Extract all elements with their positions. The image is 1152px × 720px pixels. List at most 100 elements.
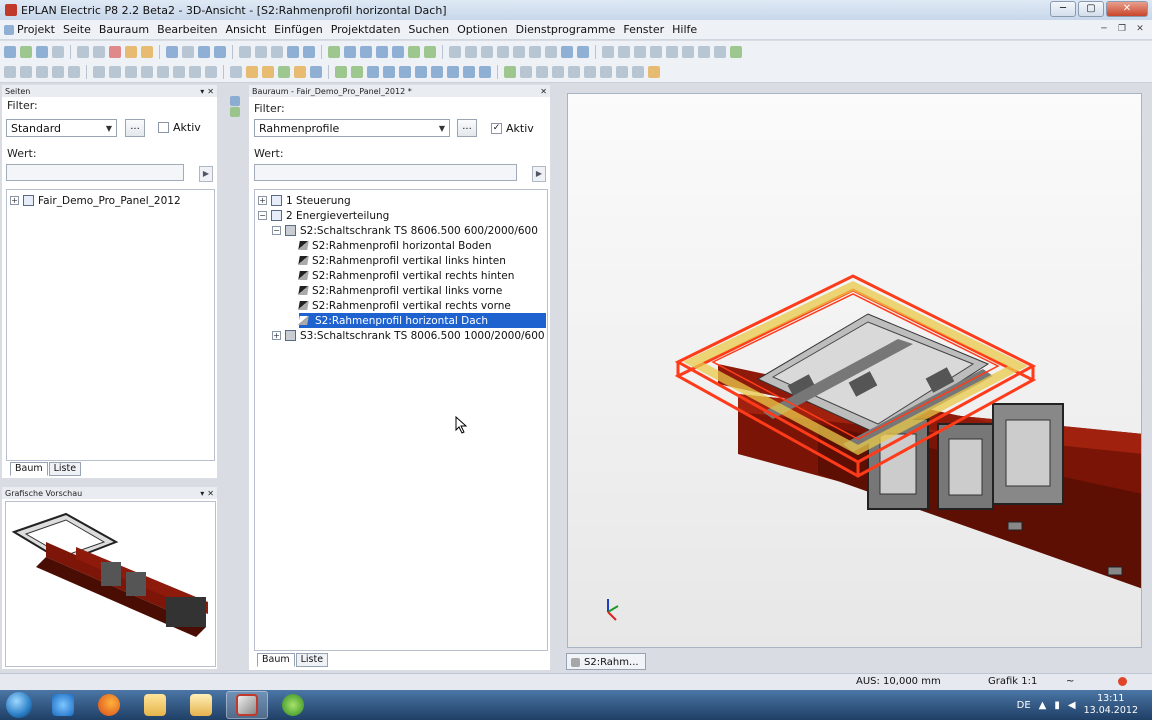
language-indicator[interactable]: DE: [1017, 700, 1031, 711]
macro-icon[interactable]: [529, 45, 541, 58]
bauraum-filter-more-button[interactable]: ...: [457, 119, 477, 137]
tab-liste[interactable]: Liste: [295, 653, 329, 667]
insert-icon[interactable]: [4, 66, 16, 78]
w-icon[interactable]: [479, 66, 491, 78]
form-icon[interactable]: [497, 45, 509, 58]
cut-icon[interactable]: [77, 45, 89, 58]
nav-prev-icon[interactable]: [408, 45, 420, 58]
open-icon[interactable]: [20, 45, 32, 58]
potential-icon[interactable]: [109, 66, 121, 78]
pages-wert-input[interactable]: [6, 164, 184, 181]
rail-icon[interactable]: [618, 45, 630, 58]
pin-icon[interactable]: ▾: [200, 87, 204, 96]
edit-icon[interactable]: [141, 45, 153, 58]
angle-icon[interactable]: [173, 66, 185, 78]
render-icon[interactable]: [648, 66, 660, 78]
pages-filter-more-button[interactable]: ...: [125, 119, 145, 137]
start-button[interactable]: [0, 690, 38, 720]
p-icon[interactable]: [447, 66, 459, 78]
properties-icon[interactable]: [125, 45, 137, 58]
bauraum-aktiv-checkbox[interactable]: ✓ Aktiv: [491, 122, 534, 135]
pages-filter-select[interactable]: Standard ▼: [6, 119, 117, 137]
collapse-icon[interactable]: −: [272, 226, 281, 235]
3d-viewport[interactable]: [567, 93, 1142, 648]
bauraum-filter-select[interactable]: Rahmenprofile ▼: [254, 119, 450, 137]
taskbar-firefox[interactable]: [88, 691, 130, 719]
refresh-icon[interactable]: [328, 45, 340, 58]
drill-icon[interactable]: [584, 66, 596, 78]
m-icon[interactable]: [463, 66, 475, 78]
view-side-icon[interactable]: [616, 66, 628, 78]
bulb-icon[interactable]: [246, 66, 258, 78]
plug-icon[interactable]: [141, 66, 153, 78]
tab-baum[interactable]: Baum: [10, 462, 48, 476]
tree-item-rahmenprofil[interactable]: S2:Rahmenprofil vertikal rechts vorne: [298, 298, 511, 313]
f-icon[interactable]: [383, 66, 395, 78]
panel-close-icon[interactable]: ✕: [207, 489, 214, 498]
select-icon[interactable]: [698, 45, 710, 58]
taskbar-app-green[interactable]: [272, 691, 314, 719]
tray-arrow-icon[interactable]: ▲: [1039, 700, 1047, 711]
zoom-window-icon[interactable]: [360, 45, 372, 58]
insert-box-icon[interactable]: [36, 66, 48, 78]
plc-icon[interactable]: [310, 66, 322, 78]
menu-seite[interactable]: Seite: [59, 23, 95, 36]
expand-icon[interactable]: +: [272, 331, 281, 340]
menu-optionen[interactable]: Optionen: [453, 23, 511, 36]
menu-bauraum[interactable]: Bauraum: [95, 23, 153, 36]
report-icon[interactable]: [481, 45, 493, 58]
clock[interactable]: 13:11 13.04.2012: [1084, 693, 1138, 717]
cable-icon[interactable]: [577, 45, 589, 58]
tree-item-rahmenprofil[interactable]: S2:Rahmenprofil vertikal links vorne: [298, 283, 502, 298]
forward-icon[interactable]: [214, 45, 226, 58]
zoom-out-icon[interactable]: [376, 45, 388, 58]
place-icon[interactable]: [650, 45, 662, 58]
close-button[interactable]: ✕: [1106, 1, 1148, 17]
terminal-icon[interactable]: [125, 66, 137, 78]
insert-node-icon[interactable]: [68, 66, 80, 78]
c-icon[interactable]: [415, 66, 427, 78]
k-icon[interactable]: [351, 66, 363, 78]
device-icon[interactable]: [545, 45, 557, 58]
symbol-icon[interactable]: [513, 45, 525, 58]
tee-icon[interactable]: [189, 66, 201, 78]
tab-baum[interactable]: Baum: [257, 653, 295, 667]
undo-icon[interactable]: [166, 45, 178, 58]
tree-item-schaltschrank-s3[interactable]: + S3:Schaltschrank TS 8006.500 1000/2000/…: [272, 328, 545, 343]
bauraum-wert-input[interactable]: [254, 164, 517, 181]
view-front-icon[interactable]: [600, 66, 612, 78]
insert-line-icon[interactable]: [20, 66, 32, 78]
tree-item-energieverteilung[interactable]: − 2 Energieverteilung: [258, 208, 389, 223]
pages-wert-apply-button[interactable]: ▶: [199, 166, 213, 182]
pin-icon[interactable]: ▾: [200, 489, 204, 498]
tree-item-rahmenprofil[interactable]: S2:Rahmenprofil vertikal rechts hinten: [298, 268, 514, 283]
table-icon[interactable]: [449, 45, 461, 58]
pin-icon[interactable]: [230, 107, 240, 117]
taskbar-explorer[interactable]: [134, 691, 176, 719]
maximize-button[interactable]: ▢: [1078, 1, 1104, 17]
contact-icon[interactable]: [294, 66, 306, 78]
bauraum-wert-apply-button[interactable]: ▶: [532, 166, 546, 182]
print-icon[interactable]: [52, 45, 64, 58]
rotate-icon[interactable]: [666, 45, 678, 58]
redo-icon[interactable]: [182, 45, 194, 58]
menu-einfuegen[interactable]: Einfügen: [270, 23, 327, 36]
panel-close-icon[interactable]: ✕: [540, 87, 547, 96]
panel-close-icon[interactable]: ✕: [207, 87, 214, 96]
zoom-in-icon[interactable]: [344, 45, 356, 58]
tab-liste[interactable]: Liste: [48, 462, 82, 476]
insert-pin-icon[interactable]: [52, 66, 64, 78]
volume-icon[interactable]: ◀: [1068, 700, 1076, 711]
lamp-icon[interactable]: [262, 66, 274, 78]
taskbar-internet-explorer[interactable]: [42, 691, 84, 719]
tree-item-schaltschrank-s2[interactable]: − S2:Schaltschrank TS 8606.500 600/2000/6…: [272, 223, 538, 238]
link-icon[interactable]: [93, 66, 105, 78]
cross-icon[interactable]: [205, 66, 217, 78]
s2-icon[interactable]: [431, 66, 443, 78]
zoom-all-icon[interactable]: [392, 45, 404, 58]
duct-icon[interactable]: [634, 45, 646, 58]
k2-icon[interactable]: [399, 66, 411, 78]
list-icon[interactable]: [465, 45, 477, 58]
pages-aktiv-checkbox[interactable]: Aktiv: [158, 121, 201, 134]
check-icon[interactable]: [271, 45, 283, 58]
